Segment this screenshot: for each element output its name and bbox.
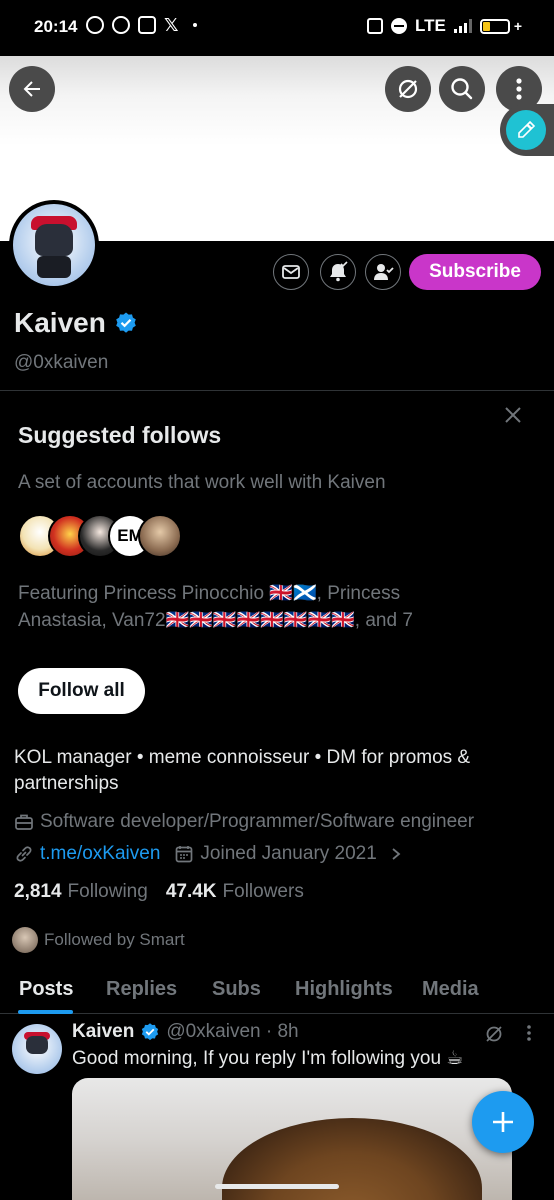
grok-icon bbox=[398, 79, 418, 99]
followed-by-row[interactable]: Followed by Smart bbox=[12, 927, 185, 953]
discord-icon bbox=[138, 16, 156, 34]
color-picker-button[interactable] bbox=[506, 110, 546, 150]
status-time: 20:14 bbox=[34, 17, 78, 36]
tab-replies[interactable]: Replies bbox=[106, 978, 177, 1001]
profile-stats: 2,814 Following 47.4K Followers bbox=[14, 881, 304, 903]
search-icon bbox=[451, 78, 473, 100]
active-tab-indicator bbox=[18, 1010, 73, 1014]
profile-job: Software developer/Programmer/Software e… bbox=[40, 811, 475, 832]
suggested-follows-title: Suggested follows bbox=[18, 422, 222, 448]
user-check-icon bbox=[374, 264, 394, 280]
plus-icon bbox=[493, 1112, 513, 1132]
suggested-avatar bbox=[138, 514, 182, 558]
post-author-name[interactable]: Kaiven bbox=[72, 1021, 134, 1043]
bell-check-icon bbox=[330, 261, 348, 282]
avatar-image bbox=[13, 204, 95, 286]
tab-media[interactable]: Media bbox=[422, 978, 479, 1001]
profile-name: Kaiven bbox=[14, 307, 106, 338]
following-button[interactable] bbox=[365, 254, 401, 290]
chevron-right-icon[interactable] bbox=[389, 847, 403, 861]
notification-icons: 𝕏 bbox=[86, 16, 197, 34]
system-icons: LTE + bbox=[366, 16, 522, 36]
status-bar: 20:14 𝕏 LTE + bbox=[0, 0, 554, 56]
grok-icon bbox=[486, 1026, 502, 1042]
charging-icon: + bbox=[513, 18, 522, 34]
whatsapp-icon bbox=[86, 16, 104, 34]
profile-name-row: Kaiven bbox=[14, 307, 138, 339]
verified-badge-icon[interactable] bbox=[114, 311, 138, 335]
dnd-icon bbox=[390, 18, 407, 34]
calendar-icon bbox=[176, 846, 193, 863]
more-notifications-icon bbox=[192, 23, 197, 27]
battery-icon bbox=[479, 18, 510, 34]
envelope-icon bbox=[282, 265, 300, 279]
verified-badge-icon bbox=[142, 1023, 159, 1041]
following-label[interactable]: Following bbox=[68, 881, 148, 903]
tab-highlights[interactable]: Highlights bbox=[295, 978, 393, 1001]
whatsapp-icon bbox=[112, 16, 130, 34]
search-button[interactable] bbox=[439, 66, 485, 112]
message-button[interactable] bbox=[273, 254, 309, 290]
suggested-avatars[interactable]: EM bbox=[18, 514, 188, 558]
grok-button[interactable] bbox=[385, 66, 431, 112]
profile-joined-date: Joined January 2021 bbox=[200, 843, 377, 864]
compose-button[interactable] bbox=[472, 1091, 534, 1153]
dismiss-suggestions-button[interactable] bbox=[500, 402, 526, 428]
tab-subs[interactable]: Subs bbox=[212, 978, 261, 1001]
post-more-button[interactable] bbox=[526, 1024, 532, 1047]
more-vertical-icon bbox=[516, 78, 522, 100]
notifications-button[interactable] bbox=[320, 254, 356, 290]
signal-icon bbox=[453, 19, 472, 33]
suggested-follows-subtitle: A set of accounts that work well with Ka… bbox=[18, 472, 386, 493]
eyedropper-icon bbox=[518, 120, 536, 138]
network-type: LTE bbox=[414, 16, 446, 35]
profile-link-row: t.me/oxKaiven Joined January 2021 bbox=[14, 843, 403, 865]
arrow-left-icon bbox=[23, 81, 40, 97]
mutual-follower-avatar bbox=[12, 927, 38, 953]
home-indicator[interactable] bbox=[215, 1184, 339, 1189]
suggested-featuring-text: Featuring Princess Pinocchio 🇬🇧🏴󠁧󠁢󠁳󠁣󠁴󠁿, … bbox=[18, 583, 413, 631]
x-icon: 𝕏 bbox=[164, 15, 179, 35]
link-icon bbox=[16, 846, 32, 862]
followers-count[interactable]: 47.4K bbox=[166, 881, 217, 903]
more-vertical-icon bbox=[527, 1025, 531, 1041]
following-count[interactable]: 2,814 bbox=[14, 881, 62, 903]
close-icon bbox=[505, 407, 521, 423]
post-meta: @0xkaiven · 8h bbox=[166, 1021, 299, 1042]
follow-all-button[interactable]: Follow all bbox=[18, 668, 145, 714]
briefcase-icon bbox=[15, 814, 33, 830]
followers-label[interactable]: Followers bbox=[223, 881, 304, 903]
post-grok-button[interactable] bbox=[484, 1024, 504, 1049]
edge-panel-handle[interactable] bbox=[500, 104, 554, 156]
followed-by-text: Followed by Smart bbox=[44, 930, 185, 949]
profile-link[interactable]: t.me/oxKaiven bbox=[40, 843, 160, 865]
divider bbox=[0, 390, 554, 391]
back-button[interactable] bbox=[9, 66, 55, 112]
profile-handle: @0xkaiven bbox=[14, 352, 109, 373]
subscribe-button[interactable]: Subscribe bbox=[409, 254, 541, 290]
post-image[interactable] bbox=[72, 1078, 512, 1200]
profile-bio: KOL manager • meme connoisseur • DM for … bbox=[14, 747, 471, 794]
post-text: Good morning, If you reply I'm following… bbox=[72, 1048, 464, 1069]
tab-posts[interactable]: Posts bbox=[19, 978, 73, 1001]
profile-job-row: Software developer/Programmer/Software e… bbox=[14, 811, 474, 833]
post-header: Kaiven @0xkaiven · 8h bbox=[72, 1021, 299, 1043]
profile-avatar[interactable] bbox=[9, 200, 99, 290]
mute-icon bbox=[366, 18, 383, 34]
profile-tabs: Posts Replies Subs Highlights Media bbox=[0, 968, 554, 1014]
post-author-avatar[interactable] bbox=[12, 1024, 62, 1074]
